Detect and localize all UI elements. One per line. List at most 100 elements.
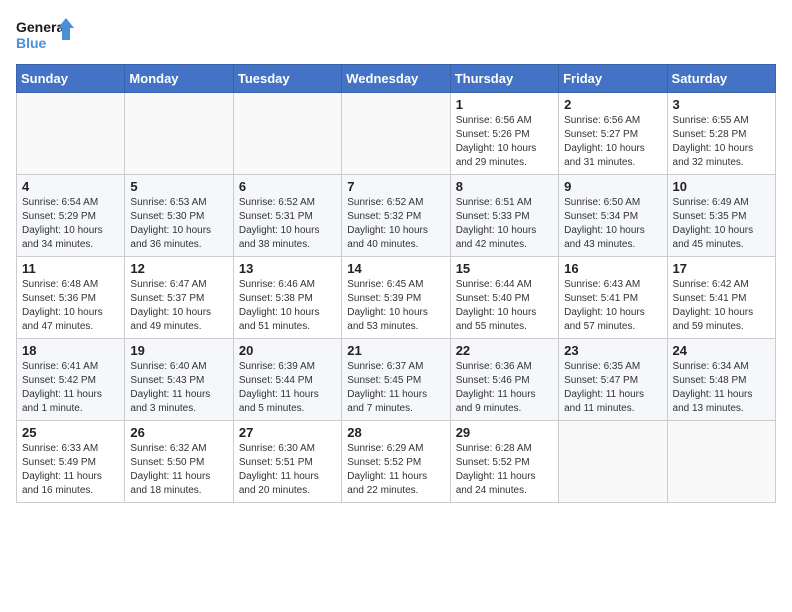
weekday-header: Sunday: [17, 65, 125, 93]
calendar-cell: 8 Sunrise: 6:51 AM Sunset: 5:33 PM Daylig…: [450, 175, 558, 257]
day-number: 18: [22, 343, 119, 358]
calendar-cell: 9 Sunrise: 6:50 AM Sunset: 5:34 PM Daylig…: [559, 175, 667, 257]
day-number: 29: [456, 425, 553, 440]
day-number: 8: [456, 179, 553, 194]
calendar-cell: 4Sunrise: 6:54 AM Sunset: 5:29 PM Daylig…: [17, 175, 125, 257]
svg-text:Blue: Blue: [16, 35, 47, 51]
day-info: Sunrise: 6:37 AM Sunset: 5:45 PM Dayligh…: [347, 360, 444, 416]
weekday-header: Tuesday: [233, 65, 341, 93]
calendar-cell: 6Sunrise: 6:52 AM Sunset: 5:31 PM Daylig…: [233, 175, 341, 257]
day-number: 20: [239, 343, 336, 358]
day-info: Sunrise: 6:32 AM Sunset: 5:50 PM Dayligh…: [130, 442, 227, 498]
day-info: Sunrise: 6:42 AM Sunset: 5:41 PM Dayligh…: [673, 278, 770, 334]
day-info: Sunrise: 6:47 AM Sunset: 5:37 PM Dayligh…: [130, 278, 227, 334]
day-info: Sunrise: 6:56 AM Sunset: 5:27 PM Dayligh…: [564, 114, 661, 170]
day-info: Sunrise: 6:52 AM Sunset: 5:32 PM Dayligh…: [347, 196, 444, 252]
day-info: Sunrise: 6:45 AM Sunset: 5:39 PM Dayligh…: [347, 278, 444, 334]
day-info: Sunrise: 6:50 AM Sunset: 5:34 PM Dayligh…: [564, 196, 661, 252]
day-info: Sunrise: 6:33 AM Sunset: 5:49 PM Dayligh…: [22, 442, 119, 498]
day-number: 21: [347, 343, 444, 358]
day-info: Sunrise: 6:54 AM Sunset: 5:29 PM Dayligh…: [22, 196, 119, 252]
day-number: 28: [347, 425, 444, 440]
calendar-cell: 27 Sunrise: 6:30 AM Sunset: 5:51 PM Dayli…: [233, 421, 341, 503]
calendar-cell: 29Sunrise: 6:28 AM Sunset: 5:52 PM Dayli…: [450, 421, 558, 503]
day-number: 15: [456, 261, 553, 276]
calendar-cell: 21 Sunrise: 6:37 AM Sunset: 5:45 PM Dayli…: [342, 339, 450, 421]
calendar-cell: 20Sunrise: 6:39 AM Sunset: 5:44 PM Dayli…: [233, 339, 341, 421]
day-number: 10: [673, 179, 770, 194]
day-info: Sunrise: 6:55 AM Sunset: 5:28 PM Dayligh…: [673, 114, 770, 170]
day-number: 26: [130, 425, 227, 440]
day-info: Sunrise: 6:40 AM Sunset: 5:43 PM Dayligh…: [130, 360, 227, 416]
calendar-cell: 24 Sunrise: 6:34 AM Sunset: 5:48 PM Dayli…: [667, 339, 775, 421]
weekday-header: Thursday: [450, 65, 558, 93]
day-info: Sunrise: 6:41 AM Sunset: 5:42 PM Dayligh…: [22, 360, 119, 416]
day-info: Sunrise: 6:46 AM Sunset: 5:38 PM Dayligh…: [239, 278, 336, 334]
calendar-cell: [342, 93, 450, 175]
weekday-header: Wednesday: [342, 65, 450, 93]
calendar-cell: 10 Sunrise: 6:49 AM Sunset: 5:35 PM Dayli…: [667, 175, 775, 257]
day-info: Sunrise: 6:35 AM Sunset: 5:47 PM Dayligh…: [564, 360, 661, 416]
day-number: 24: [673, 343, 770, 358]
day-number: 16: [564, 261, 661, 276]
day-number: 23: [564, 343, 661, 358]
calendar-cell: 17 Sunrise: 6:42 AM Sunset: 5:41 PM Dayli…: [667, 257, 775, 339]
day-number: 6: [239, 179, 336, 194]
weekday-header: Saturday: [667, 65, 775, 93]
calendar-cell: 22 Sunrise: 6:36 AM Sunset: 5:46 PM Dayli…: [450, 339, 558, 421]
day-number: 12: [130, 261, 227, 276]
day-number: 14: [347, 261, 444, 276]
day-number: 27: [239, 425, 336, 440]
header-row: SundayMondayTuesdayWednesdayThursdayFrid…: [17, 65, 776, 93]
weekday-header: Friday: [559, 65, 667, 93]
day-info: Sunrise: 6:34 AM Sunset: 5:48 PM Dayligh…: [673, 360, 770, 416]
calendar-week-row: 11Sunrise: 6:48 AM Sunset: 5:36 PM Dayli…: [17, 257, 776, 339]
logo: General Blue: [16, 16, 76, 56]
page-header: General Blue: [16, 16, 776, 56]
calendar-cell: 16 Sunrise: 6:43 AM Sunset: 5:41 PM Dayli…: [559, 257, 667, 339]
calendar-cell: [667, 421, 775, 503]
calendar-cell: 11Sunrise: 6:48 AM Sunset: 5:36 PM Dayli…: [17, 257, 125, 339]
calendar-week-row: 4Sunrise: 6:54 AM Sunset: 5:29 PM Daylig…: [17, 175, 776, 257]
day-number: 17: [673, 261, 770, 276]
calendar-cell: [233, 93, 341, 175]
day-info: Sunrise: 6:29 AM Sunset: 5:52 PM Dayligh…: [347, 442, 444, 498]
day-number: 7: [347, 179, 444, 194]
day-number: 25: [22, 425, 119, 440]
calendar-cell: 25 Sunrise: 6:33 AM Sunset: 5:49 PM Dayli…: [17, 421, 125, 503]
logo-svg: General Blue: [16, 16, 76, 56]
calendar-cell: 14 Sunrise: 6:45 AM Sunset: 5:39 PM Dayli…: [342, 257, 450, 339]
calendar-week-row: 25 Sunrise: 6:33 AM Sunset: 5:49 PM Dayli…: [17, 421, 776, 503]
calendar-cell: 7 Sunrise: 6:52 AM Sunset: 5:32 PM Daylig…: [342, 175, 450, 257]
calendar-cell: 28 Sunrise: 6:29 AM Sunset: 5:52 PM Dayli…: [342, 421, 450, 503]
calendar-cell: 1Sunrise: 6:56 AM Sunset: 5:26 PM Daylig…: [450, 93, 558, 175]
calendar-cell: [125, 93, 233, 175]
day-number: 11: [22, 261, 119, 276]
day-number: 22: [456, 343, 553, 358]
calendar-cell: 13 Sunrise: 6:46 AM Sunset: 5:38 PM Dayli…: [233, 257, 341, 339]
day-number: 9: [564, 179, 661, 194]
day-info: Sunrise: 6:44 AM Sunset: 5:40 PM Dayligh…: [456, 278, 553, 334]
day-number: 13: [239, 261, 336, 276]
day-number: 19: [130, 343, 227, 358]
calendar-week-row: 1Sunrise: 6:56 AM Sunset: 5:26 PM Daylig…: [17, 93, 776, 175]
day-info: Sunrise: 6:51 AM Sunset: 5:33 PM Dayligh…: [456, 196, 553, 252]
calendar-cell: [17, 93, 125, 175]
day-info: Sunrise: 6:53 AM Sunset: 5:30 PM Dayligh…: [130, 196, 227, 252]
day-info: Sunrise: 6:49 AM Sunset: 5:35 PM Dayligh…: [673, 196, 770, 252]
calendar-table: SundayMondayTuesdayWednesdayThursdayFrid…: [16, 64, 776, 503]
calendar-cell: 19 Sunrise: 6:40 AM Sunset: 5:43 PM Dayli…: [125, 339, 233, 421]
calendar-cell: 15 Sunrise: 6:44 AM Sunset: 5:40 PM Dayli…: [450, 257, 558, 339]
calendar-cell: 23 Sunrise: 6:35 AM Sunset: 5:47 PM Dayli…: [559, 339, 667, 421]
day-info: Sunrise: 6:30 AM Sunset: 5:51 PM Dayligh…: [239, 442, 336, 498]
calendar-cell: 12 Sunrise: 6:47 AM Sunset: 5:37 PM Dayli…: [125, 257, 233, 339]
calendar-cell: 5Sunrise: 6:53 AM Sunset: 5:30 PM Daylig…: [125, 175, 233, 257]
day-info: Sunrise: 6:56 AM Sunset: 5:26 PM Dayligh…: [456, 114, 553, 170]
calendar-week-row: 18 Sunrise: 6:41 AM Sunset: 5:42 PM Dayli…: [17, 339, 776, 421]
day-number: 2: [564, 97, 661, 112]
calendar-cell: 26 Sunrise: 6:32 AM Sunset: 5:50 PM Dayli…: [125, 421, 233, 503]
day-info: Sunrise: 6:36 AM Sunset: 5:46 PM Dayligh…: [456, 360, 553, 416]
day-number: 3: [673, 97, 770, 112]
calendar-cell: 3 Sunrise: 6:55 AM Sunset: 5:28 PM Daylig…: [667, 93, 775, 175]
day-info: Sunrise: 6:43 AM Sunset: 5:41 PM Dayligh…: [564, 278, 661, 334]
